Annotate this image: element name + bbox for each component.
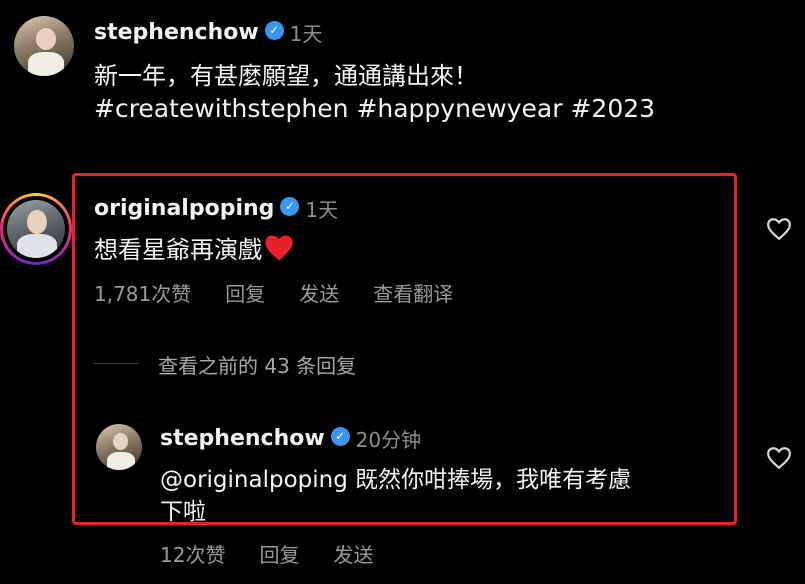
reply-send-button[interactable]: 发送 [333, 539, 373, 568]
reply-reply-button[interactable]: 回复 [259, 539, 299, 568]
reply-username[interactable]: stephenchow [160, 426, 325, 451]
post-username[interactable]: stephenchow [94, 20, 259, 45]
view-replies-line [94, 363, 138, 364]
comment-like-heart-icon[interactable] [766, 217, 792, 241]
comment-text-row: 想看星爺再演戲 [94, 230, 294, 265]
comment-time: 1天 [305, 197, 339, 222]
comment-username[interactable]: originalpoping [94, 196, 274, 221]
reply-text-line1: @originalpoping 既然你咁捧場，我唯有考慮 [160, 467, 632, 493]
comment-likes[interactable]: 1,781次赞 [94, 278, 191, 307]
post-author-avatar[interactable] [14, 16, 74, 76]
post-hashtags[interactable]: #createwithstephen #happynewyear #2023 [94, 94, 655, 123]
avatar-shirt [17, 234, 57, 258]
comment-actions: 1,781次赞 回复 发送 查看翻译 [94, 278, 453, 307]
reply-author-avatar[interactable] [96, 424, 142, 470]
reply-likes[interactable]: 12次赞 [160, 539, 225, 568]
view-replies-button[interactable]: 查看之前的 43 条回复 [158, 350, 356, 379]
post-header: stephenchow ✓ 1天 [94, 16, 322, 48]
reply-text-line2: 下啦 [160, 499, 206, 525]
avatar-face [113, 433, 128, 450]
avatar-face [36, 28, 56, 50]
comment-header: originalpoping ✓ 1天 [94, 192, 338, 224]
post-time: 1天 [289, 21, 323, 46]
avatar-face [27, 210, 47, 234]
reply-like-heart-icon[interactable] [766, 446, 792, 470]
comment-author-avatar[interactable] [7, 200, 65, 258]
comment-send-button[interactable]: 发送 [299, 278, 339, 307]
reply-header: stephenchow ✓ 20分钟 [160, 422, 421, 454]
comment-text: 想看星爺再演戲 [94, 236, 262, 264]
verified-badge-icon: ✓ [280, 196, 300, 216]
avatar-shirt [28, 52, 64, 76]
comment-reply-button[interactable]: 回复 [225, 278, 265, 307]
reply-actions: 12次赞 回复 发送 [160, 539, 373, 568]
avatar-shirt [107, 452, 135, 470]
verified-badge-icon: ✓ [330, 426, 350, 446]
reply-time: 20分钟 [355, 427, 422, 452]
post-caption-line1: 新一年，有甚麼願望，通通講出來！ [94, 62, 478, 90]
verified-badge-icon: ✓ [264, 20, 284, 40]
red-heart-icon [265, 235, 293, 260]
comment-translate-button[interactable]: 查看翻译 [373, 278, 453, 307]
